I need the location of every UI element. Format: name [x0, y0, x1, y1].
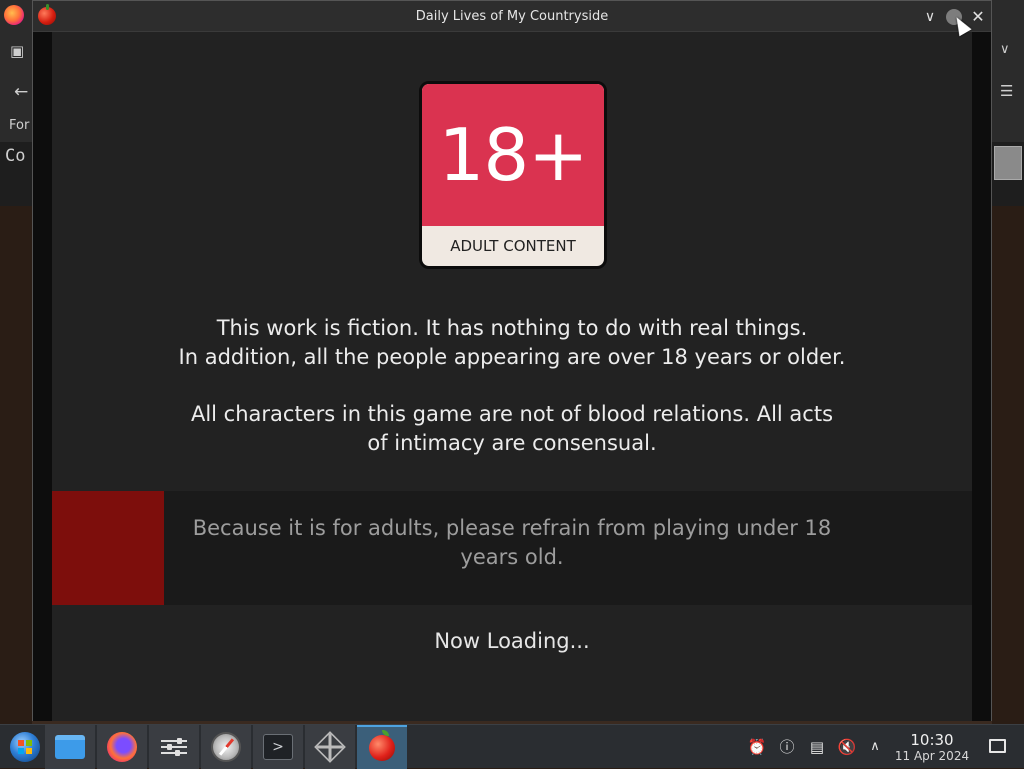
- relations-notice: All characters in this game are not of b…: [52, 400, 972, 458]
- background-label-co: Co: [5, 146, 26, 166]
- muted-speaker-icon[interactable]: 🔇: [837, 737, 857, 757]
- firefox-icon: [107, 732, 137, 762]
- chevron-down-icon[interactable]: ∨: [1000, 42, 1010, 57]
- game-letterbox-left: [33, 32, 52, 721]
- apple-icon: [369, 730, 395, 761]
- warning-line: Because it is for adults, please refrain…: [192, 516, 832, 540]
- taskbar-settings[interactable]: [149, 725, 199, 769]
- taskbar-safari[interactable]: [201, 725, 251, 769]
- cube-icon: [314, 731, 346, 763]
- loading-text: Now Loading...: [434, 629, 590, 653]
- age-rating: 18+: [422, 84, 604, 226]
- notice-line: This work is fiction. It has nothing to …: [216, 316, 808, 340]
- warning-line: years old.: [460, 545, 564, 569]
- adult-content-badge: 18+ ADULT CONTENT: [419, 81, 607, 269]
- taskbar-game-app[interactable]: [357, 725, 407, 769]
- background-label-for: For: [9, 118, 30, 133]
- settings-sliders-icon: [161, 736, 187, 758]
- age-warning-text: Because it is for adults, please refrain…: [164, 514, 860, 572]
- warning-accent-block: [52, 491, 164, 605]
- background-right-toolbar: ∨ ☰: [992, 32, 1024, 142]
- notice-line: of intimacy are consensual.: [367, 431, 657, 455]
- folder-icon: [55, 735, 85, 759]
- start-orb-icon: [10, 732, 40, 762]
- taskbar: > ⏰ ⓘ ▤ 🔇 ∧ 10:30 11 Apr 2024: [0, 724, 1024, 769]
- chevron-up-icon[interactable]: ∧: [865, 737, 885, 757]
- age-warning-band: Because it is for adults, please refrain…: [52, 491, 972, 605]
- hamburger-menu-icon[interactable]: ☰: [1000, 82, 1013, 100]
- start-menu-button[interactable]: [0, 725, 50, 769]
- background-left-toolbar: ▣ ← For: [0, 32, 32, 142]
- compass-icon: [211, 732, 241, 762]
- notice-line: All characters in this game are not of b…: [190, 402, 834, 426]
- game-canvas[interactable]: 18+ ADULT CONTENT This work is fiction. …: [52, 32, 972, 721]
- taskbar-3d-app[interactable]: [305, 725, 355, 769]
- network-icon[interactable]: ⓘ: [777, 737, 797, 757]
- window-titlebar[interactable]: Daily Lives of My Countryside ∨ ✕: [33, 1, 991, 32]
- taskbar-file-manager[interactable]: [45, 725, 95, 769]
- show-desktop-icon[interactable]: [989, 739, 1006, 753]
- background-left-strip: Co: [0, 142, 32, 206]
- background-scrollbar-thumb[interactable]: [994, 146, 1022, 180]
- archive-icon[interactable]: ▣: [10, 42, 24, 60]
- terminal-icon: >: [263, 734, 293, 760]
- clock-date[interactable]: 11 Apr 2024: [890, 749, 974, 763]
- taskbar-terminal[interactable]: >: [253, 725, 303, 769]
- game-window: Daily Lives of My Countryside ∨ ✕ 18+ AD…: [32, 0, 992, 721]
- minimize-button[interactable]: ∨: [919, 6, 941, 28]
- window-title: Daily Lives of My Countryside: [415, 9, 609, 24]
- notice-line: In addition, all the people appearing ar…: [178, 345, 846, 369]
- taskbar-firefox[interactable]: [97, 725, 147, 769]
- game-letterbox-right: [972, 32, 991, 721]
- back-arrow-icon[interactable]: ←: [14, 82, 28, 102]
- firefox-icon[interactable]: [4, 5, 24, 25]
- close-button[interactable]: ✕: [967, 6, 989, 28]
- clock-time[interactable]: 10:30: [896, 731, 968, 749]
- notifications-icon[interactable]: ⏰: [747, 737, 767, 757]
- adult-content-label: ADULT CONTENT: [450, 237, 576, 255]
- fiction-notice: This work is fiction. It has nothing to …: [52, 314, 972, 372]
- clipboard-icon[interactable]: ▤: [807, 737, 827, 757]
